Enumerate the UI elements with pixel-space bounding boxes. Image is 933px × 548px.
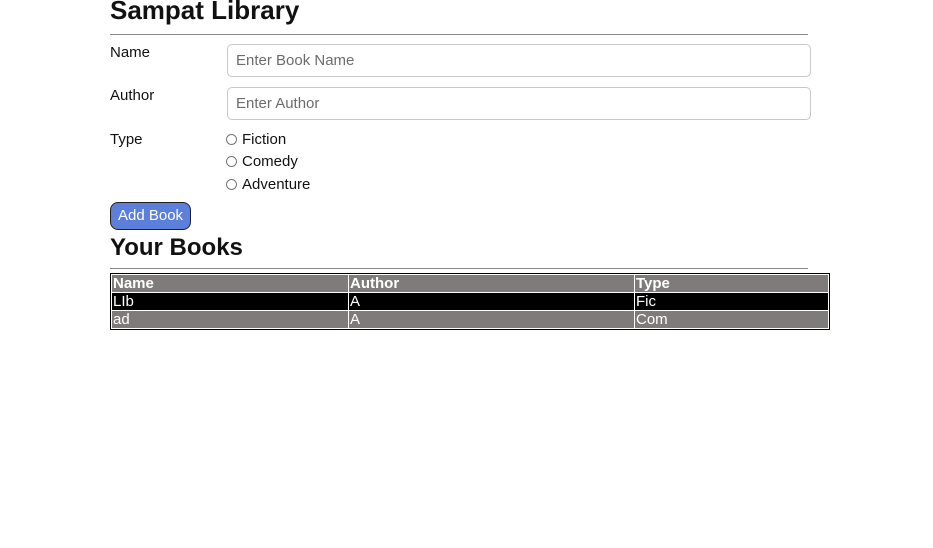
comedy-radio[interactable] xyxy=(226,156,237,167)
table-row: ad A Com xyxy=(112,311,828,328)
books-divider xyxy=(110,268,808,269)
name-label: Name xyxy=(110,44,151,61)
type-label: Type xyxy=(110,131,143,148)
adventure-label: Adventure xyxy=(242,176,311,193)
book-name-input[interactable] xyxy=(227,44,811,77)
cell-name: LIb xyxy=(112,293,348,310)
fiction-radio[interactable] xyxy=(226,134,237,145)
cell-type: Fic xyxy=(635,293,828,310)
column-header-author: Author xyxy=(349,275,634,292)
cell-author: A xyxy=(349,293,634,310)
column-header-type: Type xyxy=(635,275,828,292)
books-table: Name Author Type LIb A Fic ad A Com xyxy=(110,273,830,330)
add-book-button[interactable]: Add Book xyxy=(110,202,192,230)
column-header-name: Name xyxy=(112,275,348,292)
type-option-adventure[interactable]: Adventure xyxy=(226,176,310,193)
author-input[interactable] xyxy=(227,87,811,120)
author-label: Author xyxy=(110,87,155,104)
page-title: Sampat Library xyxy=(110,0,300,25)
table-row: LIb A Fic xyxy=(112,293,828,310)
cell-name: ad xyxy=(112,311,348,328)
type-option-fiction[interactable]: Fiction xyxy=(226,131,286,148)
title-divider xyxy=(110,34,808,35)
fiction-label: Fiction xyxy=(242,131,287,148)
comedy-label: Comedy xyxy=(242,153,298,170)
cell-author: A xyxy=(349,311,634,328)
cell-type: Com xyxy=(635,311,828,328)
adventure-radio[interactable] xyxy=(226,179,237,190)
type-option-comedy[interactable]: Comedy xyxy=(226,153,298,170)
your-books-heading: Your Books xyxy=(110,234,243,261)
table-header-row: Name Author Type xyxy=(112,275,828,292)
